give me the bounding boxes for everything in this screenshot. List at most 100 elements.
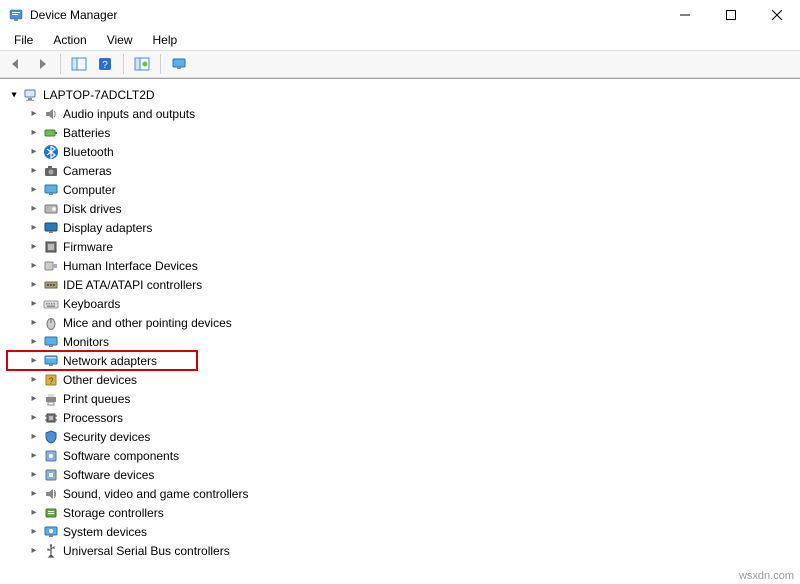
disk-icon bbox=[43, 201, 59, 217]
tree-item[interactable]: ▸?Other devices bbox=[6, 370, 794, 389]
expander-icon[interactable]: ▸ bbox=[28, 222, 40, 234]
tree-item[interactable]: ▸ Print queues bbox=[6, 389, 794, 408]
tree-item[interactable]: ▸Computer bbox=[6, 180, 794, 199]
window-controls bbox=[662, 0, 800, 30]
forward-button[interactable] bbox=[30, 53, 54, 75]
close-button[interactable] bbox=[754, 0, 800, 30]
expander-icon[interactable]: ▸ bbox=[28, 279, 40, 291]
expander-icon[interactable]: ▸ bbox=[28, 355, 40, 367]
tree-item-label: Monitors bbox=[63, 335, 109, 349]
other-icon: ? bbox=[43, 372, 59, 388]
sound-icon bbox=[43, 486, 59, 502]
scan-hardware-button[interactable] bbox=[130, 53, 154, 75]
expander-icon[interactable]: ▸ bbox=[28, 545, 40, 557]
tree-item[interactable]: ▸ Storage controllers bbox=[6, 503, 794, 522]
tree-item[interactable]: ▸ Software components bbox=[6, 446, 794, 465]
tree-item[interactable]: ▸ Firmware bbox=[6, 237, 794, 256]
tree-item[interactable]: ▸ Disk drives bbox=[6, 199, 794, 218]
firmware-icon bbox=[43, 239, 59, 255]
menu-bar: File Action View Help bbox=[0, 30, 800, 50]
show-hide-console-tree-button[interactable] bbox=[67, 53, 91, 75]
tree-item[interactable]: ▸ Monitors bbox=[6, 332, 794, 351]
expander-icon[interactable]: ▸ bbox=[28, 469, 40, 481]
tree-item-label: Print queues bbox=[63, 392, 130, 406]
help-button[interactable]: ? bbox=[93, 53, 117, 75]
expander-icon[interactable]: ▸ bbox=[28, 393, 40, 405]
security-icon bbox=[43, 429, 59, 445]
tree-item[interactable]: ▸Bluetooth bbox=[6, 142, 794, 161]
back-button[interactable] bbox=[4, 53, 28, 75]
tree-item[interactable]: ▸Audio inputs and outputs bbox=[6, 104, 794, 123]
expander-icon[interactable]: ▸ bbox=[28, 488, 40, 500]
expander-icon[interactable]: ▸ bbox=[28, 127, 40, 139]
expander-icon[interactable]: ▸ bbox=[28, 374, 40, 386]
toolbar-separator bbox=[123, 54, 124, 74]
tree-item-label: Disk drives bbox=[63, 202, 122, 216]
menu-file[interactable]: File bbox=[6, 31, 41, 49]
tree-item-label: Software components bbox=[63, 449, 179, 463]
tree-item-label: System devices bbox=[63, 525, 147, 539]
expander-icon[interactable]: ▸ bbox=[28, 317, 40, 329]
toolbar-separator bbox=[160, 54, 161, 74]
tree-item[interactable]: ▸Batteries bbox=[6, 123, 794, 142]
menu-action[interactable]: Action bbox=[45, 31, 94, 49]
expander-icon[interactable]: ▸ bbox=[8, 89, 20, 101]
root-label[interactable]: LAPTOP-7ADCLT2D bbox=[43, 88, 155, 102]
app-icon bbox=[8, 7, 24, 23]
minimize-button[interactable] bbox=[662, 0, 708, 30]
keyboard-icon bbox=[43, 296, 59, 312]
expander-icon[interactable]: ▸ bbox=[28, 146, 40, 158]
camera-icon bbox=[43, 163, 59, 179]
device-manager-window: Device Manager File Action View Help ? ▸… bbox=[0, 0, 800, 584]
monitor-icon bbox=[43, 334, 59, 350]
tree-item[interactable]: ▸ System devices bbox=[6, 522, 794, 541]
expander-icon[interactable]: ▸ bbox=[28, 431, 40, 443]
tree-item-label: Processors bbox=[63, 411, 123, 425]
monitor-button[interactable] bbox=[167, 53, 191, 75]
tree-item[interactable]: ▸ Processors bbox=[6, 408, 794, 427]
tree-item[interactable]: ▸Cameras bbox=[6, 161, 794, 180]
maximize-button[interactable] bbox=[708, 0, 754, 30]
expander-icon[interactable]: ▸ bbox=[28, 165, 40, 177]
expander-icon[interactable]: ▸ bbox=[28, 412, 40, 424]
computer-icon bbox=[43, 182, 59, 198]
tree-content[interactable]: ▸ LAPTOP-7ADCLT2D ▸Audio inputs and output… bbox=[0, 78, 800, 584]
tree-item[interactable]: ▸ Security devices bbox=[6, 427, 794, 446]
tree-item-label: Mice and other pointing devices bbox=[63, 316, 232, 330]
tree-item-label: Sound, video and game controllers bbox=[63, 487, 248, 501]
tree-item[interactable]: ▸Universal Serial Bus controllers bbox=[6, 541, 794, 560]
display-icon bbox=[43, 220, 59, 236]
expander-icon[interactable]: ▸ bbox=[28, 260, 40, 272]
tree-item[interactable]: ▸ Human Interface Devices bbox=[6, 256, 794, 275]
tree-item[interactable]: ▸ Display adapters bbox=[6, 218, 794, 237]
tree-item[interactable]: ▸IDE ATA/ATAPI controllers bbox=[6, 275, 794, 294]
tree-item[interactable]: ▸Keyboards bbox=[6, 294, 794, 313]
expander-icon[interactable]: ▸ bbox=[28, 203, 40, 215]
tree-item[interactable]: ▸ Network adapters bbox=[6, 351, 794, 370]
speaker-icon bbox=[43, 106, 59, 122]
menu-help[interactable]: Help bbox=[145, 31, 186, 49]
expander-icon[interactable]: ▸ bbox=[28, 526, 40, 538]
mouse-icon bbox=[43, 315, 59, 331]
menu-view[interactable]: View bbox=[99, 31, 141, 49]
window-title: Device Manager bbox=[30, 8, 662, 22]
expander-icon[interactable]: ▸ bbox=[28, 298, 40, 310]
expander-icon[interactable]: ▸ bbox=[28, 450, 40, 462]
tree-item-label: Security devices bbox=[63, 430, 150, 444]
expander-icon[interactable]: ▸ bbox=[28, 184, 40, 196]
tree-item-label: Network adapters bbox=[63, 354, 157, 368]
tree-item[interactable]: ▸ Sound, video and game controllers bbox=[6, 484, 794, 503]
bluetooth-icon bbox=[43, 144, 59, 160]
tree-item[interactable]: ▸ Mice and other pointing devices bbox=[6, 313, 794, 332]
tree-item-label: Storage controllers bbox=[63, 506, 164, 520]
expander-icon[interactable]: ▸ bbox=[28, 241, 40, 253]
expander-icon[interactable]: ▸ bbox=[28, 108, 40, 120]
expander-icon[interactable]: ▸ bbox=[28, 336, 40, 348]
tree-item[interactable]: ▸Software devices bbox=[6, 465, 794, 484]
expander-icon[interactable]: ▸ bbox=[28, 507, 40, 519]
tree-item-label: Display adapters bbox=[63, 221, 152, 235]
tree-item-label: Human Interface Devices bbox=[63, 259, 198, 273]
tree-item-label: Firmware bbox=[63, 240, 113, 254]
usb-icon bbox=[43, 543, 59, 559]
network-icon bbox=[43, 353, 59, 369]
